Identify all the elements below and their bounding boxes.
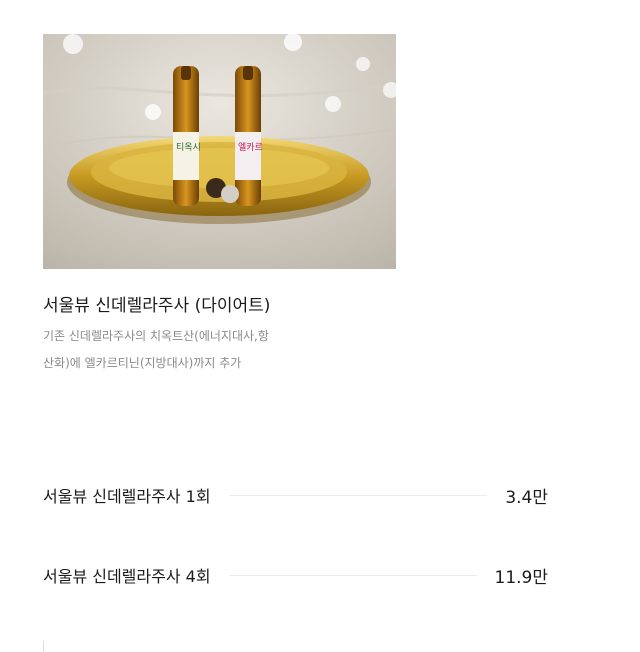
price-amount: 11.9만 <box>494 567 549 588</box>
leader-line <box>228 574 477 576</box>
description-line-1: 기존 신데렐라주사의 치옥트산(에너지대사,항 <box>43 329 269 343</box>
product-title: 서울뷰 신데렐라주사 (다이어트) <box>43 296 271 316</box>
description-line-2: 산화)에 엘카르티닌(지방대사)까지 추가 <box>43 356 242 370</box>
divider <box>43 641 44 652</box>
ampoule-label-2: 엘카르 <box>238 142 263 153</box>
ampoule-label-1: 티옥시 <box>176 142 201 153</box>
price-item-name: 서울뷰 신데렐라주사 4회 <box>43 567 211 586</box>
product-description: 기존 신데렐라주사의 치옥트산(에너지대사,항 산화)에 엘카르티닌(지방대사)… <box>43 323 283 377</box>
leader-line <box>228 494 488 496</box>
price-row: 서울뷰 신데렐라주사 1회 3.4만 <box>43 483 548 508</box>
ampoule-tray-photo: 티옥시 엘카르 <box>43 34 396 269</box>
price-amount: 3.4만 <box>505 487 548 508</box>
product-image: 티옥시 엘카르 <box>43 34 396 269</box>
price-row: 서울뷰 신데렐라주사 4회 11.9만 <box>43 563 549 588</box>
price-item-name: 서울뷰 신데렐라주사 1회 <box>43 487 211 506</box>
